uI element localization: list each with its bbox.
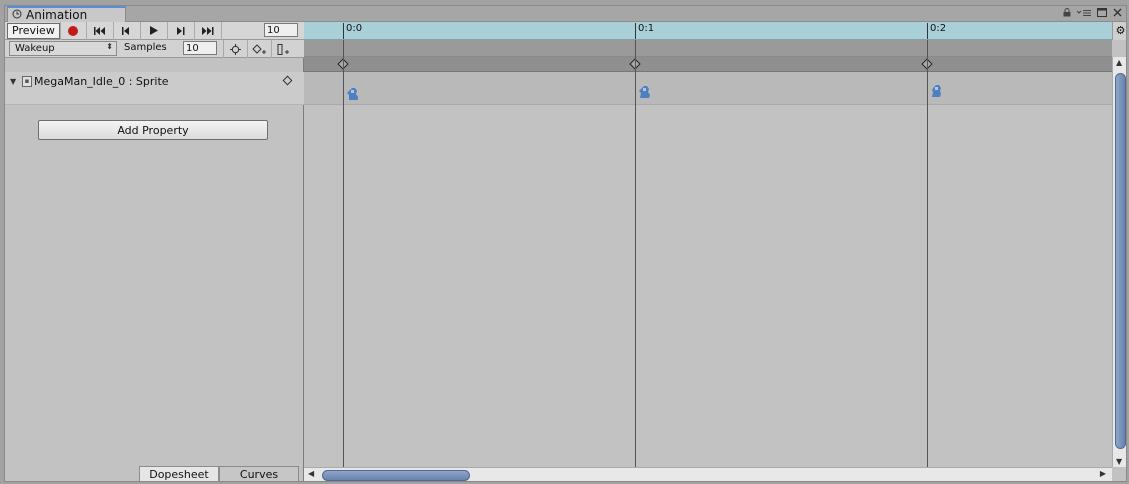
sprite-keyframe-icon[interactable] bbox=[638, 85, 650, 98]
animation-window: Animation Preview 10 Wakeup ⬍ Samples 10… bbox=[4, 5, 1127, 482]
keyframe-diamond-icon[interactable] bbox=[282, 75, 293, 86]
time-gridline bbox=[927, 40, 928, 467]
clock-icon bbox=[12, 9, 22, 22]
expand-triangle-icon[interactable]: ▼ bbox=[10, 77, 16, 86]
scrollbar-corner bbox=[1112, 467, 1126, 481]
gear-icon[interactable]: ⚙ bbox=[1112, 22, 1126, 40]
property-row[interactable]: ▼ ▪ MegaMan_Idle_0 : Sprite bbox=[5, 72, 304, 105]
time-gridline bbox=[635, 40, 636, 467]
updown-arrow-icon: ⬍ bbox=[106, 42, 113, 51]
playback-toolbar: Preview 10 bbox=[5, 21, 304, 40]
horizontal-scrollbar[interactable]: ◀ ▶ bbox=[304, 467, 1112, 481]
crosshair-icon bbox=[230, 43, 241, 55]
menu-icon[interactable] bbox=[1076, 7, 1091, 20]
property-name: MegaMan_Idle_0 : Sprite bbox=[34, 75, 169, 88]
play-button[interactable] bbox=[141, 21, 168, 40]
crosshair-button[interactable] bbox=[223, 40, 247, 58]
scroll-right-icon[interactable]: ▶ bbox=[1100, 469, 1106, 478]
step-back-icon bbox=[122, 26, 130, 35]
samples-field[interactable]: 10 bbox=[183, 41, 217, 55]
tab-animation[interactable]: Animation bbox=[7, 6, 126, 22]
time-gridline bbox=[343, 40, 344, 467]
clip-name: Wakeup bbox=[15, 43, 55, 54]
scroll-down-icon[interactable]: ▼ bbox=[1116, 457, 1122, 466]
skip-to-end-icon bbox=[201, 26, 214, 35]
first-key-button[interactable] bbox=[87, 21, 114, 40]
preview-button[interactable]: Preview bbox=[7, 22, 60, 39]
frame-field[interactable]: 10 bbox=[264, 23, 298, 37]
clip-toolbar: Wakeup ⬍ Samples 10 bbox=[5, 40, 304, 58]
last-key-button[interactable] bbox=[195, 21, 222, 40]
skip-to-start-icon bbox=[93, 26, 105, 35]
vertical-scroll-thumb[interactable] bbox=[1115, 73, 1126, 449]
sprite-keyframe-icon[interactable] bbox=[346, 87, 358, 100]
lock-icon[interactable] bbox=[1063, 7, 1071, 20]
tab-title: Animation bbox=[26, 8, 88, 22]
add-event-button[interactable] bbox=[271, 40, 295, 58]
add-keyframe-icon bbox=[251, 43, 266, 54]
timeline-panel: 0:0 0:1 0:2 ⚙ ▲ ▼ ◀ ▶ bbox=[304, 22, 1126, 481]
tick-label: 0:2 bbox=[927, 23, 946, 39]
play-icon bbox=[149, 26, 158, 35]
record-icon bbox=[68, 25, 79, 36]
vertical-scrollbar[interactable]: ▲ ▼ bbox=[1112, 57, 1126, 467]
record-button[interactable] bbox=[59, 21, 87, 40]
sprite-renderer-icon: ▪ bbox=[22, 76, 32, 87]
summary-keyframe-lane[interactable] bbox=[304, 57, 1112, 72]
add-keyframe-button[interactable] bbox=[247, 40, 271, 58]
scroll-left-icon[interactable]: ◀ bbox=[308, 469, 314, 478]
add-property-button[interactable]: Add Property bbox=[38, 120, 268, 140]
horizontal-scroll-thumb[interactable] bbox=[322, 470, 470, 481]
tab-dopesheet[interactable]: Dopesheet bbox=[139, 466, 219, 481]
samples-label: Samples bbox=[124, 42, 167, 53]
maximize-icon[interactable] bbox=[1097, 7, 1107, 20]
next-key-button[interactable] bbox=[168, 21, 195, 40]
window-controls bbox=[1063, 6, 1122, 20]
prev-key-button[interactable] bbox=[114, 21, 141, 40]
tick-label: 0:0 bbox=[343, 23, 362, 39]
tab-curves[interactable]: Curves bbox=[219, 466, 299, 481]
add-event-icon bbox=[277, 43, 289, 55]
property-panel: Preview 10 Wakeup ⬍ Samples 10 ▼ ▪ MegaM… bbox=[5, 21, 304, 481]
view-mode-tabs: Dopesheet Curves bbox=[139, 466, 299, 481]
property-keyframe-lane[interactable] bbox=[304, 72, 1112, 105]
step-forward-icon bbox=[177, 26, 185, 35]
tick-label: 0:1 bbox=[635, 23, 654, 39]
scroll-up-icon[interactable]: ▲ bbox=[1116, 58, 1122, 67]
event-lane[interactable] bbox=[304, 40, 1112, 57]
sprite-keyframe-icon[interactable] bbox=[930, 84, 942, 97]
clip-select[interactable]: Wakeup ⬍ bbox=[9, 41, 117, 56]
close-icon[interactable] bbox=[1113, 7, 1122, 20]
time-ruler[interactable]: 0:0 0:1 0:2 bbox=[304, 22, 1112, 40]
tab-bar: Animation bbox=[5, 6, 1126, 22]
